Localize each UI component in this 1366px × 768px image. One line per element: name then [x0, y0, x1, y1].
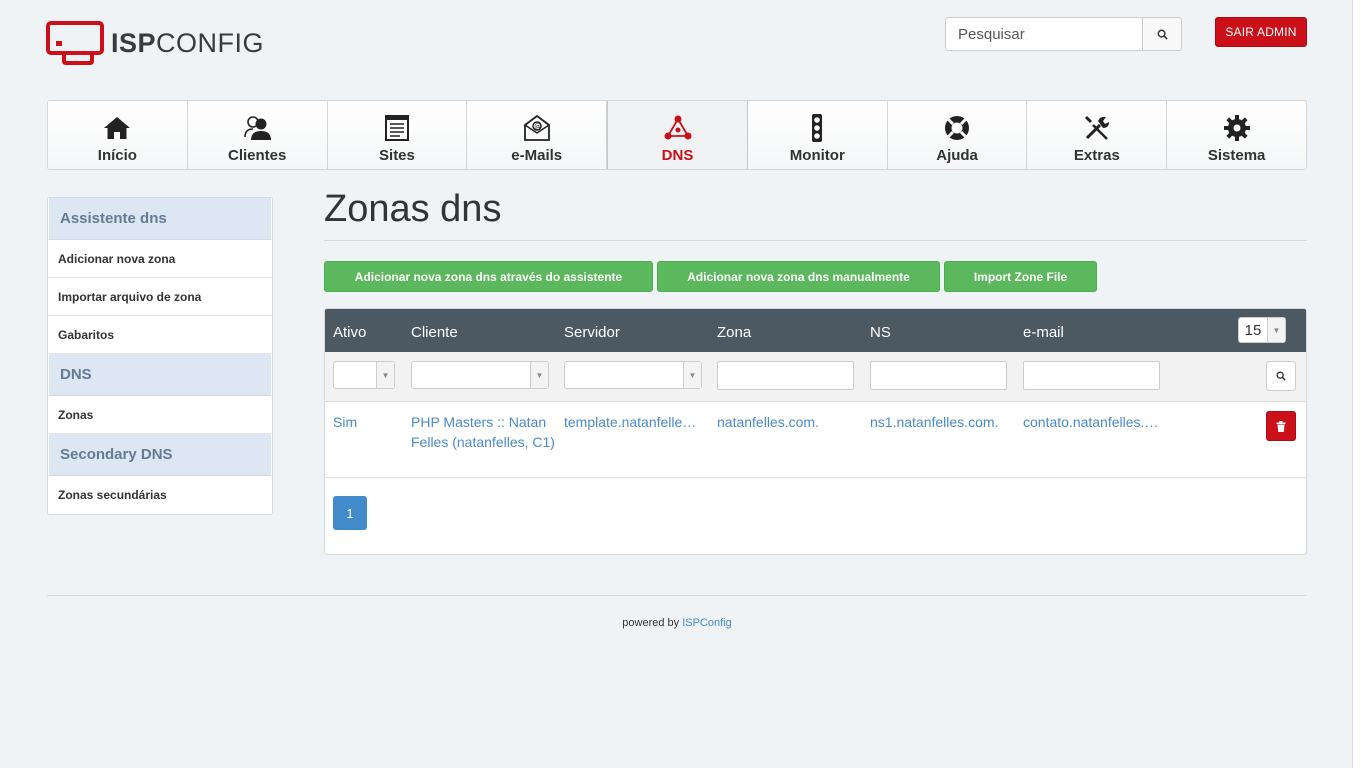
column-header[interactable]: Servidor — [564, 324, 620, 341]
envelope-at-icon: @ — [523, 114, 550, 141]
global-search — [945, 17, 1182, 51]
footer-text: powered by — [622, 617, 680, 629]
lifebuoy-icon — [945, 116, 970, 140]
table-header: Ativo Cliente Servidor Zona NS e-mail 15… — [325, 309, 1306, 352]
sidebar-heading: Secondary DNS — [48, 434, 272, 476]
nav-label: Monitor — [789, 147, 845, 164]
pagination: 1 — [325, 478, 1306, 548]
home-icon — [104, 117, 131, 139]
tools-icon — [1084, 116, 1109, 140]
search-icon — [1276, 371, 1286, 381]
filter-ativo-select[interactable]: ▼ — [333, 361, 395, 389]
logo-monitor-icon — [46, 21, 104, 65]
nav-item-ajuda[interactable]: Ajuda — [887, 101, 1028, 169]
sidebar-item-adicionar-nova-zona[interactable]: Adicionar nova zona — [48, 240, 272, 278]
nav-item-sites[interactable]: Sites — [327, 101, 468, 169]
search-icon — [1157, 29, 1168, 40]
add-zone-manual-button[interactable]: Adicionar nova zona dns manualmente — [657, 261, 940, 292]
sidebar-heading: Assistente dns — [48, 198, 272, 240]
filter-zona-input[interactable] — [717, 361, 854, 390]
sidebar: Assistente dns Adicionar nova zona Impor… — [47, 197, 273, 515]
logo-text: ISPCONFIG — [111, 27, 265, 58]
filter-cliente-select[interactable]: ▼ — [411, 361, 549, 389]
cell-zona[interactable]: natanfelles.com. — [717, 412, 862, 432]
column-header[interactable]: Cliente — [411, 324, 458, 341]
nav-label: Extras — [1073, 147, 1120, 164]
column-header[interactable]: e-mail — [1023, 324, 1064, 341]
nav-item-extras[interactable]: Extras — [1027, 101, 1168, 169]
footer-link[interactable]: ISPConfig — [682, 617, 732, 629]
search-button[interactable] — [1142, 17, 1182, 51]
browser-window-icon — [384, 115, 409, 141]
nav-label: Início — [97, 147, 137, 164]
main-nav: Início Clientes Sites @ e-Mails DNS Moni… — [47, 100, 1307, 170]
delete-button[interactable] — [1266, 411, 1296, 441]
nav-label: DNS — [661, 147, 694, 164]
logout-button[interactable]: SAIR ADMIN — [1215, 17, 1307, 47]
nav-item-clientes[interactable]: Clientes — [187, 101, 328, 169]
sidebar-item-gabaritos[interactable]: Gabaritos — [48, 316, 272, 354]
sidebar-item-zonas[interactable]: Zonas — [48, 396, 272, 434]
users-icon — [244, 116, 272, 140]
nav-label: Sistema — [1207, 147, 1266, 164]
chevron-down-icon: ▼ — [530, 362, 548, 388]
traffic-light-icon — [812, 114, 823, 142]
chevron-down-icon: ▼ — [1267, 318, 1285, 342]
sidebar-heading: DNS — [48, 354, 272, 396]
per-page-value: 15 — [1244, 321, 1262, 339]
filter-servidor-select[interactable]: ▼ — [564, 361, 702, 389]
sidebar-item-zonas-secundarias[interactable]: Zonas secundárias — [48, 476, 272, 514]
filter-email-input[interactable] — [1023, 361, 1160, 390]
window-edge — [1352, 0, 1366, 768]
column-header[interactable]: Ativo — [333, 324, 366, 341]
ispconfig-logo[interactable]: ISPCONFIG — [46, 21, 264, 65]
nav-label: Ajuda — [936, 147, 978, 164]
gear-icon — [1223, 115, 1250, 141]
nav-item-emails[interactable]: @ e-Mails — [467, 101, 608, 169]
filter-row: ▼ ▼ ▼ — [325, 352, 1306, 402]
footer: powered by ISPConfig — [0, 617, 1354, 629]
chevron-down-icon: ▼ — [683, 362, 701, 388]
filter-search-button[interactable] — [1266, 361, 1296, 391]
nav-item-inicio[interactable]: Início — [48, 101, 188, 169]
cell-ns[interactable]: ns1.natanfelles.com. — [870, 412, 1015, 432]
column-header[interactable]: NS — [870, 324, 891, 341]
add-zone-wizard-button[interactable]: Adicionar nova zona dns através do assis… — [324, 261, 653, 292]
cell-ativo[interactable]: Sim — [333, 412, 403, 432]
page-button[interactable]: 1 — [333, 496, 367, 530]
filter-ns-input[interactable] — [870, 361, 1007, 390]
search-input[interactable] — [945, 17, 1142, 51]
nav-item-dns[interactable]: DNS — [607, 101, 748, 169]
divider — [324, 240, 1307, 241]
nav-label: Clientes — [227, 147, 287, 164]
zones-table: Ativo Cliente Servidor Zona NS e-mail 15… — [324, 308, 1307, 555]
cell-cliente[interactable]: PHP Masters :: Natan Felles (natanfelles… — [411, 412, 556, 452]
table-row[interactable]: Sim PHP Masters :: Natan Felles (natanfe… — [325, 402, 1306, 478]
nav-label: e-Mails — [511, 147, 563, 164]
page-title: Zonas dns — [324, 188, 502, 230]
svg-text:@: @ — [534, 123, 541, 131]
cell-servidor[interactable]: template.natanfelles.com. — [564, 412, 702, 432]
nav-item-monitor[interactable]: Monitor — [747, 101, 888, 169]
chevron-down-icon: ▼ — [376, 362, 394, 388]
divider — [47, 595, 1307, 596]
import-zone-file-button[interactable]: Import Zone File — [944, 261, 1097, 292]
nav-label: Sites — [379, 147, 415, 164]
column-header[interactable]: Zona — [717, 324, 751, 341]
sidebar-item-importar-arquivo[interactable]: Importar arquivo de zona — [48, 278, 272, 316]
trash-icon — [1276, 420, 1286, 432]
cell-email[interactable]: contato.natanfelles.com. — [1023, 412, 1160, 432]
per-page-select[interactable]: 15 ▼ — [1238, 317, 1286, 343]
network-nodes-icon — [664, 115, 692, 140]
nav-item-sistema[interactable]: Sistema — [1167, 101, 1306, 169]
